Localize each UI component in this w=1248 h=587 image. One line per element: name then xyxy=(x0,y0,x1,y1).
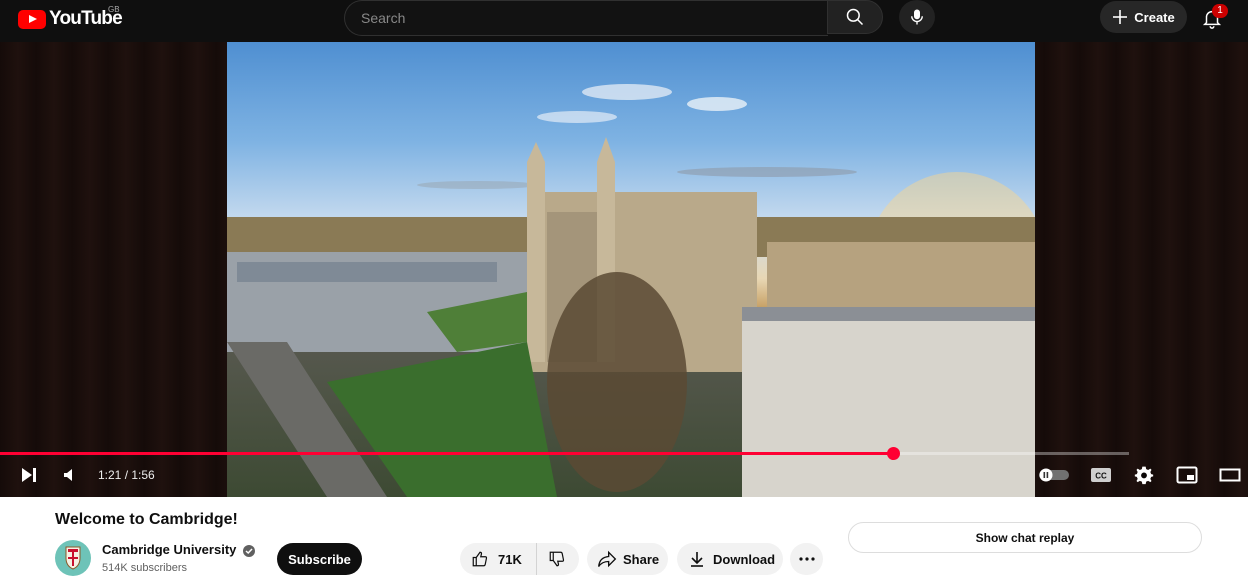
more-actions-button[interactable] xyxy=(790,543,823,575)
top-bar: YouTube GB Create 1 xyxy=(0,0,1248,42)
channel-name[interactable]: Cambridge University xyxy=(102,542,236,557)
thumbs-down-icon xyxy=(549,551,564,567)
notification-badge: 1 xyxy=(1212,4,1228,18)
search-input[interactable] xyxy=(361,1,801,35)
time-display: 1:21 / 1:56 xyxy=(98,468,155,482)
video-title: Welcome to Cambridge! xyxy=(55,511,238,528)
more-horizontal-icon xyxy=(798,557,815,561)
video-thumbnail-scene xyxy=(227,84,1035,497)
share-icon xyxy=(598,550,617,568)
share-label: Share xyxy=(623,551,660,567)
youtube-logo[interactable]: YouTube xyxy=(18,8,123,30)
captions-button[interactable]: CC xyxy=(1088,462,1114,488)
subscribe-button[interactable]: Subscribe xyxy=(277,543,362,575)
next-button[interactable] xyxy=(16,462,42,488)
theater-mode-button[interactable] xyxy=(1217,462,1243,488)
progress-played xyxy=(0,452,893,455)
thumbs-up-icon xyxy=(472,551,488,567)
dislike-button[interactable] xyxy=(537,543,566,575)
download-label: Download xyxy=(713,551,776,567)
skip-next-icon xyxy=(22,468,36,482)
video-player[interactable]: 1:21 / 1:56 CC xyxy=(0,42,1248,497)
video-frame[interactable] xyxy=(227,42,1035,497)
miniplayer-button[interactable] xyxy=(1174,462,1200,488)
subscriber-count: 514K subscribers xyxy=(102,562,187,574)
show-chat-replay-button[interactable]: Show chat replay xyxy=(848,522,1202,553)
share-button[interactable]: Share xyxy=(587,543,668,575)
autoplay-toggle-icon xyxy=(1039,468,1069,482)
cambridge-crest-icon xyxy=(65,546,81,570)
like-count: 71K xyxy=(498,551,522,567)
like-button[interactable]: 71K xyxy=(460,543,537,575)
autoplay-toggle[interactable] xyxy=(1037,462,1071,488)
svg-text:CC: CC xyxy=(1095,472,1107,481)
mute-button[interactable] xyxy=(58,462,82,488)
settings-button[interactable] xyxy=(1131,462,1157,488)
search-button[interactable] xyxy=(827,0,883,34)
miniplayer-icon xyxy=(1176,466,1198,484)
create-label: Create xyxy=(1134,9,1175,25)
download-icon xyxy=(691,552,703,567)
progress-scrubber[interactable] xyxy=(887,447,900,460)
country-code: GB xyxy=(108,5,120,14)
closed-captions-icon: CC xyxy=(1091,468,1111,482)
gear-icon xyxy=(1134,466,1154,485)
youtube-play-icon xyxy=(18,9,46,29)
channel-avatar[interactable] xyxy=(55,540,91,576)
download-button[interactable]: Download xyxy=(677,543,783,575)
search-box xyxy=(344,0,828,36)
create-button[interactable]: Create xyxy=(1100,1,1187,33)
verified-icon xyxy=(243,545,255,557)
microphone-icon xyxy=(911,9,923,25)
plus-icon xyxy=(1113,10,1128,24)
voice-search-button[interactable] xyxy=(899,0,935,34)
volume-icon xyxy=(64,469,72,481)
theater-mode-icon xyxy=(1219,468,1241,482)
search-icon xyxy=(846,8,864,26)
like-dislike-group: 71K xyxy=(460,543,579,575)
